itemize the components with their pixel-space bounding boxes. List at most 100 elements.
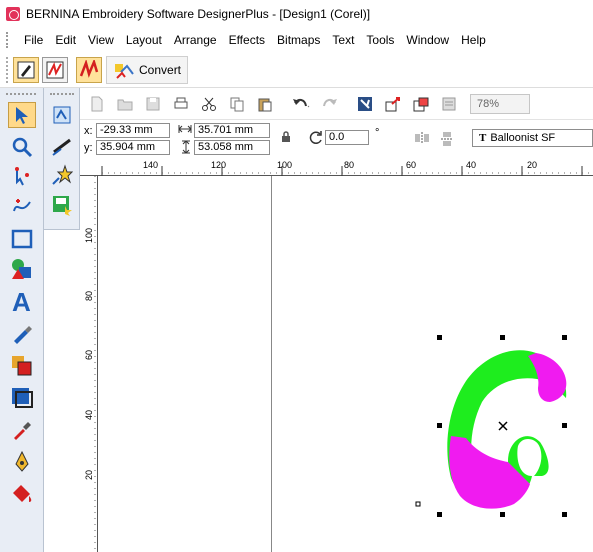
import-icon[interactable] — [354, 93, 376, 115]
save-embroidery-button[interactable] — [48, 192, 76, 218]
node-marker[interactable] — [415, 501, 421, 507]
cut-icon[interactable] — [198, 93, 220, 115]
menu-edit[interactable]: Edit — [49, 28, 82, 52]
rotation-field[interactable]: 0.0 — [325, 130, 369, 145]
h-ruler-label-60: 60 — [406, 160, 417, 170]
selection-handle-tc[interactable] — [500, 335, 505, 340]
smart-fill-button[interactable] — [8, 256, 36, 282]
needle-button[interactable] — [48, 132, 76, 158]
selection-handle-br[interactable] — [562, 512, 567, 517]
font-name-field[interactable]: T Balloonist SF — [472, 129, 593, 147]
rectangle-tool-button[interactable] — [8, 226, 36, 252]
x-position-field[interactable]: -29.33 mm — [96, 123, 170, 138]
menu-grip — [6, 32, 12, 48]
menu-effects[interactable]: Effects — [223, 28, 271, 52]
height-field[interactable]: 53.058 mm — [194, 140, 270, 155]
h-ruler-label-20: 20 — [527, 160, 538, 170]
menu-view[interactable]: View — [82, 28, 120, 52]
export-icon[interactable] — [382, 93, 404, 115]
menu-help[interactable]: Help — [455, 28, 492, 52]
h-ruler-label-100: 100 — [277, 160, 293, 170]
embroidery-canvas-button[interactable] — [42, 56, 68, 83]
menu-bar: File Edit View Layout Arrange Effects Bi… — [0, 28, 593, 52]
stitch-icon — [79, 59, 99, 78]
height-icon — [181, 140, 191, 158]
menu-arrange[interactable]: Arrange — [168, 28, 223, 52]
menu-file[interactable]: File — [18, 28, 49, 52]
convert-label: Convert — [139, 62, 182, 77]
shape-tool-button[interactable] — [8, 164, 36, 190]
selection-handle-tl[interactable] — [437, 335, 442, 340]
color-fill-icon — [12, 356, 32, 376]
mirror-horizontal-icon[interactable] — [414, 131, 430, 149]
freehand-tool-button[interactable] — [8, 194, 36, 220]
zoom-level-input[interactable]: 78% — [470, 93, 530, 114]
stitch-graphic-button[interactable] — [48, 102, 76, 128]
h-ruler-label-120: 120 — [211, 160, 227, 170]
dropper-button[interactable] — [8, 416, 36, 442]
zoom-tool-button[interactable] — [8, 134, 36, 160]
redo-icon[interactable] — [318, 93, 340, 115]
star-embroidery-button[interactable] — [48, 162, 76, 188]
stitch-button[interactable] — [76, 56, 102, 83]
selection-handle-bl[interactable] — [437, 512, 442, 517]
shape-tool-icon — [15, 167, 29, 186]
mirror-vertical-icon[interactable] — [440, 131, 454, 151]
menu-layout[interactable]: Layout — [120, 28, 168, 52]
options-icon[interactable] — [438, 93, 460, 115]
top-toolbar: Convert — [0, 52, 593, 88]
truetype-font-icon: T — [479, 132, 487, 144]
open-icon[interactable] — [114, 93, 136, 115]
undo-icon[interactable] — [290, 93, 312, 115]
app-launcher-icon[interactable] — [410, 93, 432, 115]
menu-window[interactable]: Window — [400, 28, 455, 52]
artwork-canvas-icon — [17, 61, 35, 78]
title-bar: BERNINA Embroidery Software DesignerPlus… — [0, 0, 593, 28]
fill-bucket-button[interactable] — [8, 480, 36, 506]
pen-nib-button[interactable] — [8, 448, 36, 474]
embroidery-canvas-icon — [46, 61, 64, 78]
selection-handle-mr[interactable] — [562, 423, 567, 428]
v-ruler-label-40: 40 — [84, 410, 94, 421]
text-tool-button[interactable]: A — [8, 288, 36, 314]
y-position-field[interactable]: 35.904 mm — [96, 140, 170, 155]
selection-handle-bc[interactable] — [500, 512, 505, 517]
eyedropper-pen-button[interactable] — [8, 320, 36, 346]
letter-c-magenta-bottom[interactable] — [449, 436, 530, 509]
property-bar: x: -29.33 mm y: 35.904 mm 35.701 mm 53.0… — [80, 120, 593, 158]
h-ruler-label-40: 40 — [466, 160, 477, 170]
width-field[interactable]: 35.701 mm — [194, 123, 270, 138]
copy-icon[interactable] — [226, 93, 248, 115]
lock-ratio-icon[interactable] — [281, 131, 291, 147]
new-icon[interactable] — [86, 93, 108, 115]
menu-text[interactable]: Text — [326, 28, 360, 52]
color-fill-button[interactable] — [8, 352, 36, 378]
design-canvas[interactable] — [98, 176, 593, 552]
fill-bucket-icon — [13, 485, 32, 502]
toolbar-grip — [6, 56, 10, 83]
menu-bitmaps[interactable]: Bitmaps — [271, 28, 326, 52]
selection-handle-tr[interactable] — [562, 335, 567, 340]
empty-panel — [44, 230, 80, 552]
menu-tools[interactable]: Tools — [360, 28, 400, 52]
window-title: BERNINA Embroidery Software DesignerPlus… — [26, 7, 371, 21]
artwork-canvas-button[interactable] — [13, 56, 39, 83]
text-tool-icon: A — [12, 289, 31, 313]
convert-button[interactable]: Convert — [106, 55, 189, 84]
paste-icon[interactable] — [254, 93, 276, 115]
pick-tool-icon — [16, 107, 28, 124]
save-icon[interactable] — [142, 93, 164, 115]
pen-nib-icon — [15, 450, 29, 472]
standard-toolbar: 78% — [80, 88, 593, 120]
print-icon[interactable] — [170, 93, 192, 115]
h-ruler-label-140: 140 — [143, 160, 159, 170]
design-artwork — [415, 335, 567, 517]
rotate-icon — [308, 130, 324, 150]
outline-button[interactable] — [8, 384, 36, 410]
freehand-tool-icon — [13, 199, 31, 212]
selection-handle-ml[interactable] — [437, 423, 442, 428]
pick-tool-button[interactable] — [8, 102, 36, 128]
stitch-graphic-icon — [53, 106, 71, 124]
degree-symbol: ° — [375, 127, 380, 139]
dropper-icon — [14, 422, 31, 440]
